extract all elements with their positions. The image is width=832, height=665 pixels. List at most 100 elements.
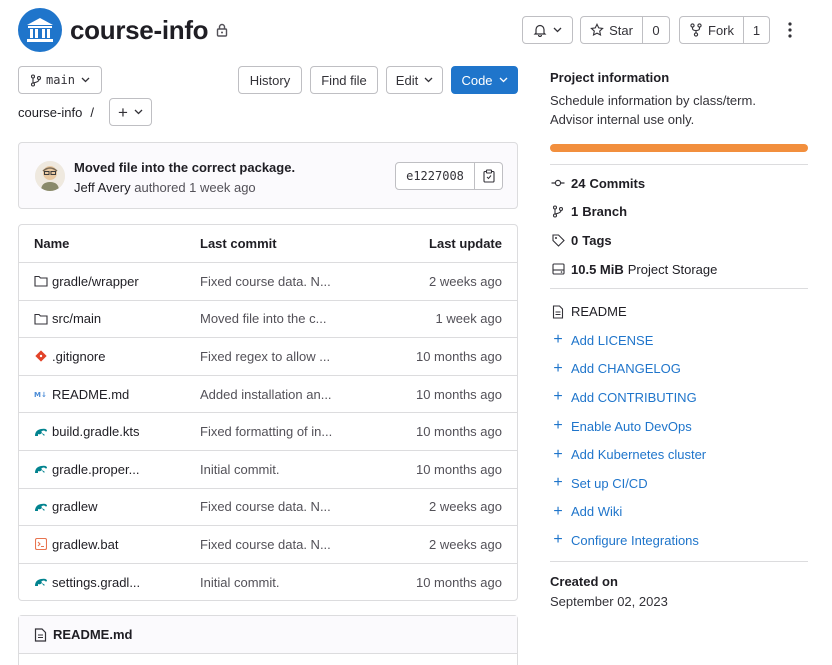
- gradle-icon: [34, 575, 48, 589]
- sidebar-link-configure-integrations[interactable]: + Configure Integrations: [550, 526, 808, 555]
- copy-sha-button[interactable]: [475, 162, 503, 190]
- more-actions-button[interactable]: [781, 16, 799, 44]
- find-file-button[interactable]: Find file: [310, 66, 378, 94]
- file-name[interactable]: gradle/wrapper: [52, 274, 139, 289]
- file-last-commit[interactable]: Initial commit.: [200, 462, 279, 477]
- sidebar-link-label: Add Wiki: [571, 504, 623, 520]
- sidebar-link-enable-auto-devops[interactable]: + Enable Auto DevOps: [550, 412, 808, 441]
- storage-size: 10.5 MiB: [571, 261, 624, 277]
- project-description: Schedule information by class/term. Advi…: [550, 91, 808, 129]
- notification-button[interactable]: [522, 16, 573, 44]
- storage-stat[interactable]: 10.5 MiB Project Storage: [550, 255, 808, 284]
- file-name[interactable]: src/main: [52, 311, 101, 326]
- fork-count[interactable]: 1: [744, 16, 770, 44]
- star-button[interactable]: Star: [580, 16, 643, 44]
- file-last-commit[interactable]: Initial commit.: [200, 575, 279, 590]
- fork-icon: [690, 23, 702, 37]
- commits-stat[interactable]: 24 Commits: [550, 169, 808, 198]
- file-name-cell[interactable]: gradle/wrapper: [34, 274, 139, 289]
- file-last-commit[interactable]: Added installation an...: [200, 387, 332, 402]
- file-last-commit[interactable]: Fixed regex to allow ...: [200, 349, 330, 364]
- file-name-cell[interactable]: gradlew: [34, 499, 98, 514]
- file-name-cell[interactable]: .gitignore: [34, 349, 105, 364]
- star-group: Star 0: [580, 16, 670, 44]
- sidebar-link-add-license[interactable]: + Add LICENSE: [550, 326, 808, 355]
- table-row[interactable]: gradlew Fixed course data. N... 2 weeks ag…: [19, 487, 517, 526]
- breadcrumb-root[interactable]: course-info: [18, 105, 82, 120]
- project-info-title: Project information: [550, 70, 670, 85]
- commit-sha-group: e1227008: [395, 162, 503, 190]
- commit-message[interactable]: Moved file into the correct package.: [74, 160, 295, 175]
- file-name-cell[interactable]: src/main: [34, 311, 101, 326]
- branch-label: Branch: [582, 204, 628, 220]
- file-name[interactable]: gradlew.bat: [52, 537, 119, 552]
- table-row[interactable]: build.gradle.kts Fixed formatting of in..…: [19, 412, 517, 450]
- branch-stat[interactable]: 1 Branch: [550, 198, 808, 227]
- table-header: Name Last commit Last update: [19, 225, 517, 262]
- table-row[interactable]: .gitignore Fixed regex to allow ... 10 mon…: [19, 337, 517, 375]
- file-name-cell[interactable]: settings.gradl...: [34, 575, 140, 590]
- table-row[interactable]: gradle.proper... Initial commit. 10 months…: [19, 450, 517, 488]
- sidebar-link-label: Add CONTRIBUTING: [571, 389, 697, 405]
- avatar-icon: [35, 161, 65, 191]
- table-row[interactable]: gradle/wrapper Fixed course data. N... 2 w…: [19, 262, 517, 300]
- sidebar-link-add-changelog[interactable]: + Add CHANGELOG: [550, 355, 808, 384]
- sidebar-link-add-wiki[interactable]: + Add Wiki: [550, 498, 808, 527]
- file-name[interactable]: .gitignore: [52, 349, 105, 364]
- table-row[interactable]: src/main Moved file into the c... 1 week a…: [19, 299, 517, 338]
- file-name[interactable]: settings.gradl...: [52, 575, 140, 590]
- add-to-tree-dropdown[interactable]: +: [109, 98, 152, 126]
- code-dropdown[interactable]: Code: [451, 66, 518, 94]
- commit-author[interactable]: Jeff Avery: [74, 180, 131, 195]
- project-logo[interactable]: [18, 8, 62, 52]
- star-count[interactable]: 0: [643, 16, 670, 44]
- notification-dropdown[interactable]: [522, 16, 573, 44]
- breadcrumb-separator: /: [90, 104, 94, 120]
- file-name[interactable]: build.gradle.kts: [52, 424, 139, 439]
- readme-title[interactable]: README.md: [53, 627, 132, 642]
- table-row[interactable]: gradlew.bat Fixed course data. N... 2 week…: [19, 525, 517, 563]
- edit-dropdown[interactable]: Edit: [386, 66, 443, 94]
- tags-stat[interactable]: 0 Tags: [550, 226, 808, 255]
- clipboard-icon: [482, 169, 495, 183]
- table-row[interactable]: M↓ README.md Added installation an... 10 mo…: [19, 374, 517, 413]
- plus-icon: +: [553, 388, 563, 406]
- file-last-commit[interactable]: Fixed course data. N...: [200, 274, 331, 289]
- history-button[interactable]: History: [238, 66, 302, 94]
- branch-selector[interactable]: main: [18, 66, 102, 94]
- created-on-label: Created on: [550, 573, 618, 589]
- project-header: course-info: [18, 8, 228, 52]
- table-row[interactable]: settings.gradl... Initial commit. 10 month…: [19, 562, 517, 601]
- file-name-cell[interactable]: M↓ README.md: [34, 387, 129, 402]
- file-name-cell[interactable]: gradlew.bat: [34, 537, 119, 552]
- file-last-commit[interactable]: Moved file into the c...: [200, 311, 326, 326]
- avatar[interactable]: [35, 161, 65, 191]
- sidebar-link-add-contributing[interactable]: + Add CONTRIBUTING: [550, 383, 808, 412]
- file-name[interactable]: gradle.proper...: [52, 462, 139, 477]
- commits-label: Commits: [589, 175, 646, 191]
- storage-label: Project Storage: [627, 261, 718, 277]
- sidebar-link-add-kubernetes-cluster[interactable]: + Add Kubernetes cluster: [550, 440, 808, 469]
- file-name[interactable]: gradlew: [52, 499, 98, 514]
- sidebar-link-set-up-ci-cd[interactable]: + Set up CI/CD: [550, 469, 808, 498]
- file-last-commit[interactable]: Fixed course data. N...: [200, 499, 331, 514]
- file-table: Name Last commit Last update gradle/wrap…: [18, 224, 518, 601]
- file-name-cell[interactable]: gradle.proper...: [34, 462, 139, 477]
- divider: [550, 164, 808, 165]
- disk-icon: [550, 263, 566, 275]
- file-name[interactable]: README.md: [52, 387, 129, 402]
- branch-name: main: [46, 73, 75, 87]
- project-title[interactable]: course-info: [70, 15, 209, 46]
- created-on-date: September 02, 2023: [550, 593, 668, 609]
- column-header-last-commit: Last commit: [200, 236, 277, 251]
- file-name-cell[interactable]: build.gradle.kts: [34, 424, 139, 439]
- commits-count: 24: [571, 175, 586, 191]
- branch-count: 1: [571, 204, 579, 220]
- fork-button[interactable]: Fork: [679, 16, 744, 44]
- project-stats: 24 Commits 1 Branch 0 Tags 10.5 MiB Project …: [550, 169, 808, 283]
- readme-link[interactable]: README: [550, 297, 808, 326]
- plus-icon: +: [118, 102, 128, 122]
- commit-sha[interactable]: e1227008: [395, 162, 475, 190]
- file-last-commit[interactable]: Fixed formatting of in...: [200, 424, 332, 439]
- file-last-commit[interactable]: Fixed course data. N...: [200, 537, 331, 552]
